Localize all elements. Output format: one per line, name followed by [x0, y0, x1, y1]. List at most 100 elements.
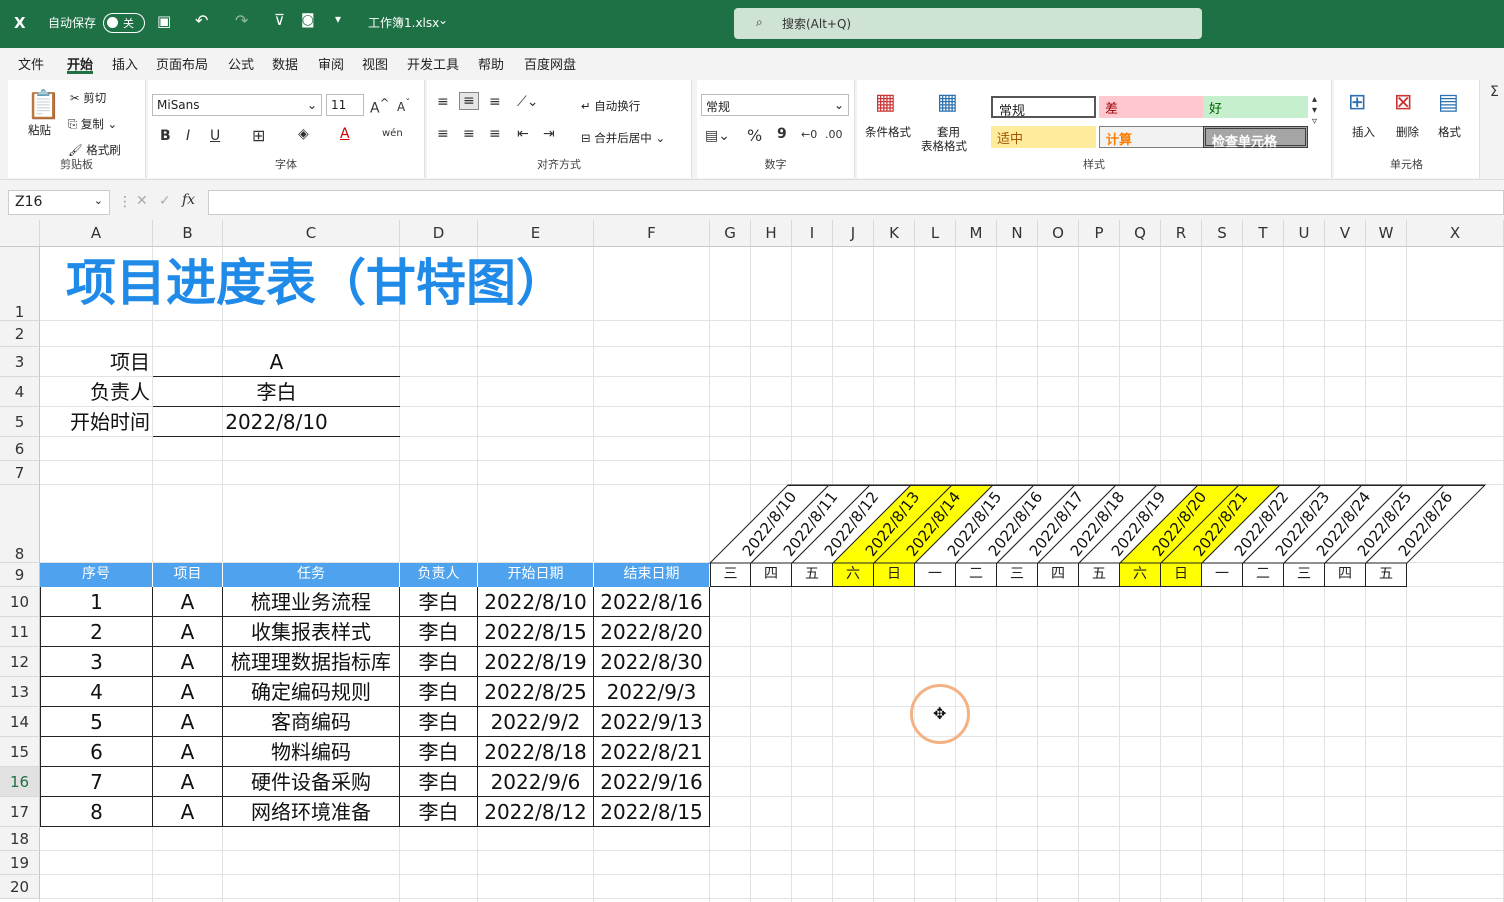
style-check-cell[interactable]: 检查单元格 — [1203, 126, 1308, 150]
decrease-indent-icon[interactable]: ⇤ — [517, 126, 529, 142]
format-button[interactable]: 格式 — [1438, 124, 1461, 140]
row-header-11[interactable]: 11 — [0, 617, 40, 647]
menu-7[interactable]: 视图 — [362, 54, 388, 73]
redo-icon[interactable]: ↷ — [235, 11, 248, 30]
align-left-icon[interactable]: ≡ — [437, 126, 449, 142]
filter-icon[interactable]: ⊽ — [274, 11, 285, 29]
increase-indent-icon[interactable]: ⇥ — [543, 126, 555, 142]
formula-input[interactable] — [208, 190, 1504, 215]
decrease-decimal-icon[interactable]: .00 — [825, 128, 843, 141]
task-cell[interactable]: 2022/8/10 — [478, 587, 594, 617]
task-cell[interactable]: A — [153, 587, 223, 617]
wrap-text-button[interactable]: ↵ 自动换行 — [581, 98, 640, 114]
row-header-9[interactable]: 9 — [0, 563, 40, 587]
weekday-cell[interactable]: 四 — [751, 563, 792, 587]
column-header-Q[interactable]: Q — [1120, 220, 1161, 247]
task-cell[interactable]: 2022/8/20 — [594, 617, 710, 647]
paste-button[interactable]: 粘贴 — [28, 122, 51, 138]
task-cell[interactable]: 2022/8/15 — [594, 797, 710, 827]
task-cell[interactable]: 2022/8/16 — [594, 587, 710, 617]
worksheet-grid[interactable]: A B C D E F G H I J K L M N O P Q R S T U V W X 1 2 3 4 5 6 7 8 9 10 11 12 1… — [0, 220, 1504, 902]
row-header-8[interactable]: 8 — [0, 485, 40, 563]
weekday-cell[interactable]: 五 — [792, 563, 833, 587]
column-header-F[interactable]: F — [594, 220, 710, 247]
task-cell[interactable]: A — [153, 707, 223, 737]
task-cell[interactable]: 2022/8/15 — [478, 617, 594, 647]
fill-color-icon[interactable]: ◈ — [298, 126, 309, 142]
copy-button[interactable]: ⎘ 复制 ⌄ — [68, 116, 117, 132]
task-cell[interactable]: 李白 — [400, 797, 478, 827]
column-header-K[interactable]: K — [874, 220, 915, 247]
task-cell[interactable]: 收集报表样式 — [223, 617, 400, 647]
bold-icon[interactable]: B — [160, 128, 171, 144]
task-cell[interactable]: 李白 — [400, 707, 478, 737]
row-header-15[interactable]: 15 — [0, 737, 40, 767]
task-cell[interactable]: 2022/8/21 — [594, 737, 710, 767]
row-header-5[interactable]: 5 — [0, 407, 40, 437]
column-header-T[interactable]: T — [1243, 220, 1284, 247]
task-cell[interactable]: A — [153, 737, 223, 767]
search-box[interactable]: ⌕ 搜索(Alt+Q) — [734, 8, 1202, 39]
weekday-cell[interactable]: 二 — [1243, 563, 1284, 587]
row-header-4[interactable]: 4 — [0, 377, 40, 407]
column-header-E[interactable]: E — [478, 220, 594, 247]
task-cell[interactable]: 2022/8/19 — [478, 647, 594, 677]
menu-0[interactable]: 文件 — [18, 54, 44, 73]
border-icon[interactable]: ⊞ — [252, 126, 265, 145]
select-all-corner[interactable] — [0, 220, 40, 247]
task-cell[interactable]: A — [153, 767, 223, 797]
insert-cells-icon[interactable]: ⊞ — [1348, 90, 1366, 115]
enter-icon[interactable]: ✓ — [159, 193, 171, 209]
insert-button[interactable]: 插入 — [1352, 124, 1375, 140]
task-cell[interactable]: A — [153, 617, 223, 647]
row-header-2[interactable]: 2 — [0, 321, 40, 347]
weekday-cell[interactable]: 三 — [1284, 563, 1325, 587]
column-header-R[interactable]: R — [1161, 220, 1202, 247]
task-cell[interactable]: 2022/8/12 — [478, 797, 594, 827]
task-cell[interactable]: 李白 — [400, 617, 478, 647]
chevron-down-icon[interactable]: ⌄ — [438, 13, 448, 27]
underline-icon[interactable]: U — [210, 128, 220, 144]
format-cells-icon[interactable]: ▤ — [1438, 90, 1459, 115]
weekday-cell[interactable]: 六 — [1120, 563, 1161, 587]
menu-6[interactable]: 审阅 — [318, 54, 344, 73]
delete-button[interactable]: 删除 — [1396, 124, 1419, 140]
task-cell[interactable]: 硬件设备采购 — [223, 767, 400, 797]
task-cell[interactable]: 2022/9/16 — [594, 767, 710, 797]
task-cell[interactable]: A — [153, 677, 223, 707]
weekday-cell[interactable]: 六 — [833, 563, 874, 587]
task-cell[interactable]: 李白 — [400, 737, 478, 767]
format-table-button-2[interactable]: 表格格式 — [921, 138, 967, 154]
styles-scroll-icon[interactable]: ▴ ▾ ▿ — [1312, 94, 1317, 127]
task-cell[interactable]: 李白 — [400, 647, 478, 677]
menu-5[interactable]: 数据 — [272, 54, 298, 73]
task-cell[interactable]: 8 — [40, 797, 153, 827]
weekday-cell[interactable]: 日 — [1161, 563, 1202, 587]
task-cell[interactable]: 2 — [40, 617, 153, 647]
increase-font-icon[interactable]: A^ — [370, 96, 389, 117]
task-cell[interactable]: 李白 — [400, 677, 478, 707]
column-header-L[interactable]: L — [915, 220, 956, 247]
row-header-13[interactable]: 13 — [0, 677, 40, 707]
column-header-X[interactable]: X — [1407, 220, 1504, 247]
task-cell[interactable]: 2022/8/30 — [594, 647, 710, 677]
camera-icon[interactable]: ◙ — [301, 12, 315, 28]
menu-3[interactable]: 页面布局 — [156, 54, 208, 73]
row-header-14[interactable]: 14 — [0, 707, 40, 737]
style-neutral[interactable]: 适中 — [991, 126, 1096, 148]
row-header-12[interactable]: 12 — [0, 647, 40, 677]
task-cell[interactable]: 4 — [40, 677, 153, 707]
task-cell[interactable]: 2022/8/25 — [478, 677, 594, 707]
menu-2[interactable]: 插入 — [112, 54, 138, 73]
weekday-cell[interactable]: 四 — [1038, 563, 1079, 587]
menu-9[interactable]: 帮助 — [478, 54, 504, 73]
column-header-G[interactable]: G — [710, 220, 751, 247]
weekday-cell[interactable]: 一 — [915, 563, 956, 587]
format-table-icon[interactable]: ▦ — [937, 90, 958, 115]
accounting-icon[interactable]: ▤⌄ — [705, 128, 730, 144]
task-cell[interactable]: A — [153, 647, 223, 677]
align-middle-icon[interactable]: ≡ — [459, 92, 479, 110]
undo-icon[interactable]: ↶ — [195, 11, 208, 30]
orientation-icon[interactable]: ⟋⌄ — [517, 94, 539, 110]
font-size-select[interactable]: 11 — [326, 94, 364, 116]
